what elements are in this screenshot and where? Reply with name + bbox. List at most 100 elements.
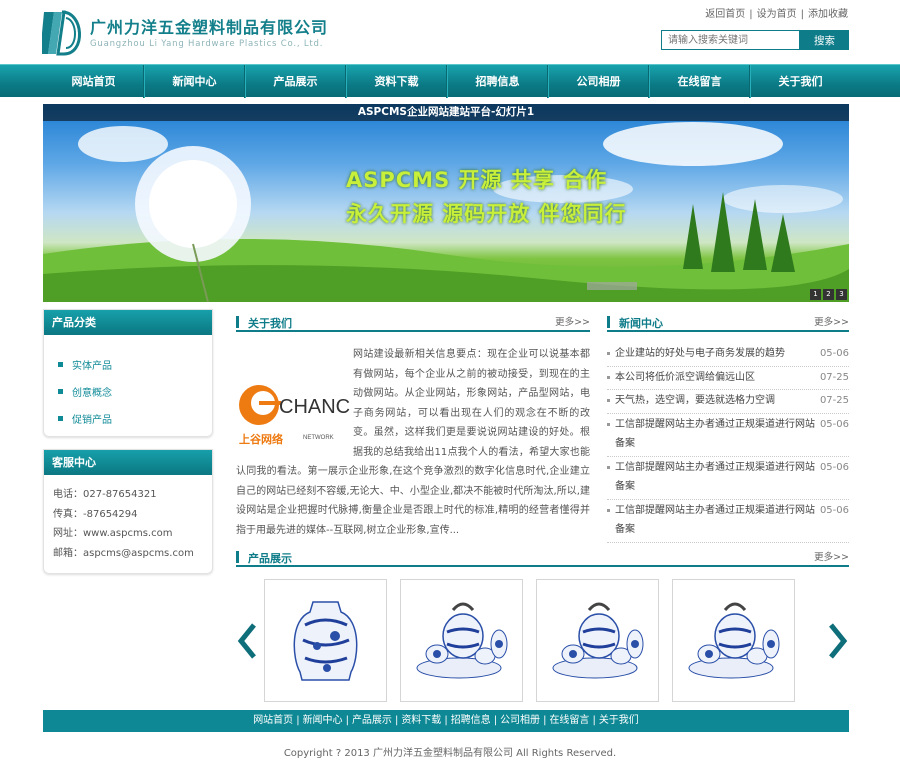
nav-item-downloads[interactable]: 资料下载: [346, 65, 447, 98]
news-item-title: 工信部提醒网站主办者通过正规渠道进行网站备案: [615, 461, 815, 493]
slide-indicators: 1 2 3: [810, 289, 847, 300]
news-item[interactable]: 工信部提醒网站主办者通过正规渠道进行网站备案 05-06: [607, 500, 849, 543]
chevron-left-icon[interactable]: [236, 622, 258, 660]
news-item-date: 05-06: [819, 504, 849, 516]
product-item-teaset-1[interactable]: [400, 579, 523, 702]
banner-slogan-2: 永久开源 源码开放 伴您同行: [346, 202, 627, 226]
logo-subtext: 上谷网络: [239, 432, 283, 446]
footer-link-news[interactable]: 新闻中心: [303, 715, 343, 726]
news-item-title: 天气热，选空调，要选就选格力空调: [615, 395, 775, 406]
product-item-teaset-3[interactable]: [672, 579, 795, 702]
slide-dot-2[interactable]: 2: [823, 289, 834, 300]
category-label: 促销产品: [72, 415, 112, 426]
link-set-homepage[interactable]: 设为首页: [757, 9, 797, 20]
footer-nav: 网站首页 | 新闻中心 | 产品展示 | 资料下载 | 招聘信息 | 公司相册 | 在线留言 | 关于我们: [43, 710, 849, 732]
copyright: Copyright ? 2013 广州力洋五金塑料制品有限公司 All Righ…: [283, 748, 617, 759]
product-teaset-image: [688, 602, 780, 679]
products-more-link[interactable]: 更多>>: [814, 549, 849, 563]
logo-text: CHANCOO: [279, 396, 350, 418]
bullet-icon: [58, 362, 63, 367]
link-back-home[interactable]: 返回首页: [705, 9, 745, 20]
news-item-date: 07-25: [819, 395, 849, 406]
products-section-header: 产品展示 更多>>: [236, 549, 849, 567]
footer-link-album[interactable]: 公司相册: [500, 715, 540, 726]
news-item-title: 企业建站的好处与电子商务发展的趋势: [615, 348, 785, 359]
banner-slideshow[interactable]: ASPCMS企业网站建站平台-幻灯片1 ASPCMS 开源 共享 合作 永久开源…: [43, 104, 849, 302]
nav-item-news[interactable]: 新闻中心: [144, 65, 245, 98]
footer-link-jobs[interactable]: 招聘信息: [451, 715, 491, 726]
category-item-physical[interactable]: 实体产品: [58, 351, 212, 378]
about-section-header: 关于我们 更多>>: [236, 314, 590, 332]
footer-link-downloads[interactable]: 资料下载: [401, 715, 441, 726]
company-name-en: Guangzhou Li Yang Hardware Plastics Co.,…: [90, 39, 324, 49]
bullet-icon: [58, 389, 63, 394]
customer-service-box: 客服中心 电话：027-87654321 传真：-87654294 网址：www…: [43, 449, 213, 574]
news-item-date: 05-06: [819, 461, 849, 473]
product-category-box: 产品分类 实体产品 创意概念 促销产品: [43, 309, 213, 437]
product-vase-image: [293, 601, 358, 681]
product-teaset-image: [552, 602, 644, 679]
section-marker-icon: [236, 551, 239, 563]
section-marker-icon: [607, 316, 610, 328]
slide-dot-3[interactable]: 3: [836, 289, 847, 300]
chevron-right-icon[interactable]: [827, 622, 849, 660]
bullet-icon: [58, 416, 63, 421]
footer-link-about[interactable]: 关于我们: [599, 715, 639, 726]
search-button[interactable]: 搜索: [800, 30, 849, 50]
about-more-link[interactable]: 更多>>: [555, 314, 590, 328]
news-item[interactable]: 天气热，选空调，要选就选格力空调 07-25: [607, 390, 849, 414]
news-section-header: 新闻中心 更多>>: [607, 314, 849, 332]
service-website: 网址：www.aspcms.com: [53, 528, 173, 539]
link-add-favorite[interactable]: 添加收藏: [808, 9, 848, 20]
service-email: 邮箱：aspcms@aspcms.com: [53, 547, 194, 559]
logo-network-text: NETWORK: [303, 435, 334, 441]
product-teaset-image: [416, 602, 508, 679]
news-item-date: 07-25: [819, 371, 849, 383]
search-input[interactable]: [661, 30, 800, 50]
news-item-title: 工信部提醒网站主办者通过正规渠道进行网站备案: [615, 504, 815, 536]
nav-item-home[interactable]: 网站首页: [44, 65, 144, 98]
products-title: 产品展示: [248, 552, 292, 565]
about-title: 关于我们: [248, 317, 292, 330]
company-logo[interactable]: 广州力洋五金塑料制品有限公司 Guangzhou Li Yang Hardwar…: [40, 10, 332, 56]
chancoo-logo: CHANCOO 上谷网络 NETWORK: [237, 347, 381, 461]
search-bar: 搜索: [661, 30, 849, 50]
service-fax: 传真：-87654294: [53, 508, 138, 520]
main-nav: 网站首页 新闻中心 产品展示 资料下载 招聘信息 公司相册 在线留言 关于我们: [0, 64, 900, 98]
slide-dot-1[interactable]: 1: [810, 289, 821, 300]
category-item-promo[interactable]: 促销产品: [58, 405, 212, 432]
news-item[interactable]: 企业建站的好处与电子商务发展的趋势 05-06: [607, 343, 849, 367]
product-item-vase[interactable]: [264, 579, 387, 702]
nav-item-products[interactable]: 产品展示: [245, 65, 346, 98]
news-item-title: 本公司将低价派空调给偏远山区: [615, 371, 755, 383]
category-label: 创意概念: [72, 388, 112, 399]
banner-title: ASPCMS企业网站建站平台-幻灯片1: [43, 104, 849, 121]
nav-item-about[interactable]: 关于我们: [750, 65, 850, 98]
customer-service-title: 客服中心: [44, 450, 212, 475]
news-more-link[interactable]: 更多>>: [814, 314, 849, 328]
news-item-date: 05-06: [819, 348, 849, 359]
nav-item-jobs[interactable]: 招聘信息: [447, 65, 548, 98]
footer-link-products[interactable]: 产品展示: [352, 715, 392, 726]
company-name: 广州力洋五金塑料制品有限公司: [90, 18, 329, 37]
logo-mark-icon: [40, 10, 81, 56]
service-phone: 电话：027-87654321: [53, 489, 157, 500]
nav-item-guestbook[interactable]: 在线留言: [649, 65, 750, 98]
footer-link-home[interactable]: 网站首页: [253, 715, 293, 726]
news-item[interactable]: 本公司将低价派空调给偏远山区 07-25: [607, 367, 849, 390]
product-category-title: 产品分类: [44, 310, 212, 335]
news-item[interactable]: 工信部提醒网站主办者通过正规渠道进行网站备案 05-06: [607, 414, 849, 457]
news-item-title: 工信部提醒网站主办者通过正规渠道进行网站备案: [615, 418, 815, 450]
news-title: 新闻中心: [619, 317, 663, 330]
news-item-date: 05-06: [819, 418, 849, 430]
top-links: 返回首页 | 设为首页 | 添加收藏: [705, 9, 848, 20]
category-item-creative[interactable]: 创意概念: [58, 378, 212, 405]
section-marker-icon: [236, 316, 239, 328]
news-list: 企业建站的好处与电子商务发展的趋势 05-06 本公司将低价派空调给偏远山区 07-…: [607, 343, 849, 543]
nav-item-album[interactable]: 公司相册: [548, 65, 649, 98]
banner-slogan-1: ASPCMS 开源 共享 合作: [346, 168, 608, 192]
news-item[interactable]: 工信部提醒网站主办者通过正规渠道进行网站备案 05-06: [607, 457, 849, 500]
category-label: 实体产品: [72, 361, 112, 372]
footer-link-guestbook[interactable]: 在线留言: [549, 715, 589, 726]
product-item-teaset-2[interactable]: [536, 579, 659, 702]
